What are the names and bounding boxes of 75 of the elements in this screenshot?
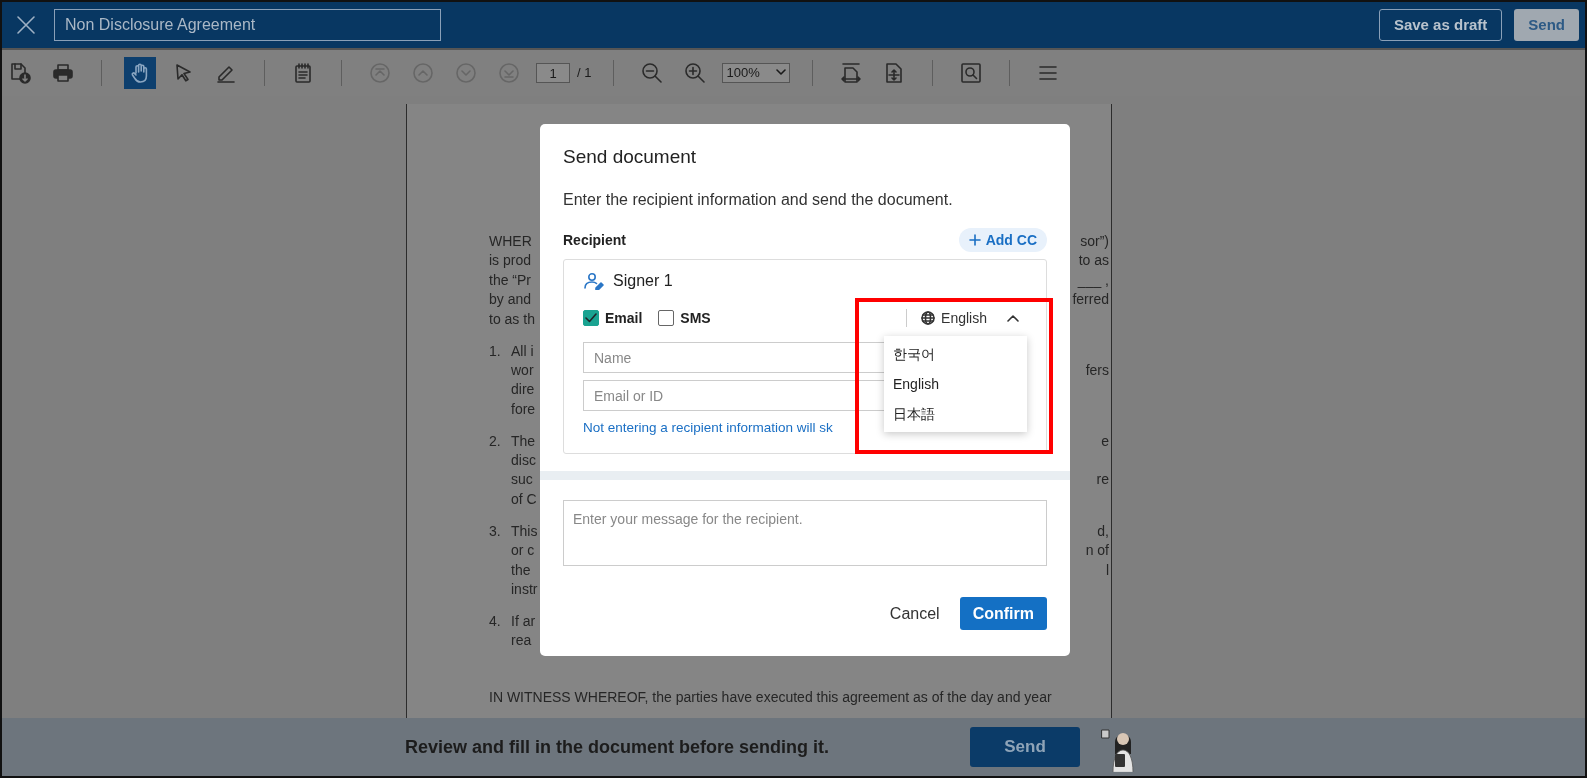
document-text: suc <box>511 470 534 490</box>
document-text: ferred <box>1072 290 1109 310</box>
save-draft-button[interactable]: Save as draft <box>1378 9 1503 41</box>
document-text: wor <box>511 360 535 380</box>
document-title-field[interactable]: Non Disclosure Agreement <box>54 9 441 41</box>
document-text: rea <box>511 631 533 651</box>
dialog-title: Send document <box>563 145 698 169</box>
document-text: All i <box>511 341 535 361</box>
zoom-out-icon <box>641 62 664 84</box>
list-number: 3. <box>489 521 502 541</box>
document-text: disc <box>511 451 537 471</box>
chevron-up-icon <box>1007 314 1019 322</box>
language-option[interactable]: 한국어 <box>884 339 1027 369</box>
document-text: instr <box>511 580 539 599</box>
zoom-select[interactable]: 100% <box>722 63 791 83</box>
hint-text: Not entering a recipient information will sk <box>583 419 834 437</box>
document-text: sor”) <box>1079 232 1109 251</box>
document-text: to as th <box>489 309 536 329</box>
document-text: n of <box>1084 541 1109 561</box>
document-text: re <box>1095 470 1109 490</box>
check-icon <box>585 313 597 323</box>
page-number-field[interactable]: 1 <box>536 63 570 83</box>
document-text: by and <box>489 290 533 310</box>
person-edit-icon <box>583 272 605 290</box>
checkbox[interactable] <box>658 310 675 326</box>
document-text: or c <box>511 541 536 561</box>
document-text: IN WITNESS WHEREOF, the parties have executed this agreement as of the day and year <box>489 687 1053 707</box>
document-text: fers <box>1084 360 1109 380</box>
list-number: 4. <box>489 611 502 631</box>
footer-message: Review and fill in the document before sending it. <box>405 735 831 759</box>
add-cc-button[interactable]: Add CC <box>958 228 1047 252</box>
document-text: If ar <box>511 611 537 631</box>
save-download-icon <box>9 62 31 84</box>
document-text: dire <box>511 380 536 400</box>
fit-width-icon <box>840 62 863 84</box>
send-button[interactable]: Send <box>1514 9 1579 41</box>
signer-title: Signer 1 <box>613 271 673 291</box>
list-number: 2. <box>489 431 502 451</box>
confirm-button[interactable]: Confirm <box>959 597 1047 631</box>
send-button[interactable]: Send <box>970 727 1080 767</box>
zoom-in-icon <box>684 62 707 84</box>
document-text: is prod <box>489 251 533 271</box>
dialog-subtitle: Enter the recipient information and send the document. <box>563 190 954 210</box>
arrow-up-bar-icon <box>369 62 391 84</box>
document-text: the “Pr <box>489 270 532 290</box>
document-text: This <box>511 521 539 541</box>
arrow-up-icon <box>412 62 434 84</box>
language-selector[interactable]: English <box>906 309 1027 327</box>
document-text: the <box>511 560 532 580</box>
cancel-button[interactable]: Cancel <box>881 597 948 631</box>
plus-icon <box>968 234 981 246</box>
page-total: / 1 <box>577 64 592 83</box>
checkbox-label: SMS <box>680 308 711 328</box>
checkbox-label: Email <box>605 308 643 328</box>
document-text: d, <box>1096 521 1109 541</box>
document-text: l <box>1104 560 1109 580</box>
notepad-icon <box>292 62 314 84</box>
printer-icon <box>52 62 74 84</box>
document-text: e <box>1100 431 1109 451</box>
chevron-down-icon <box>776 69 787 77</box>
document-text: The <box>511 431 537 451</box>
arrow-down-icon <box>455 62 477 84</box>
globe-icon <box>921 311 936 325</box>
hand-tool-button[interactable] <box>124 57 156 89</box>
section-label: Recipient <box>563 230 626 250</box>
document-text: to as <box>1077 251 1109 271</box>
checkbox[interactable] <box>583 310 599 326</box>
list-number: 1. <box>489 341 502 361</box>
document-text: of C <box>511 489 538 509</box>
arrow-down-bar-icon <box>498 62 520 84</box>
document-text: WHER <box>489 232 533 251</box>
message-field[interactable]: Enter your message for the recipient. <box>563 500 1047 567</box>
document-text: ___ , <box>1076 270 1109 290</box>
document-text: fore <box>511 399 537 419</box>
search-icon <box>960 62 983 84</box>
